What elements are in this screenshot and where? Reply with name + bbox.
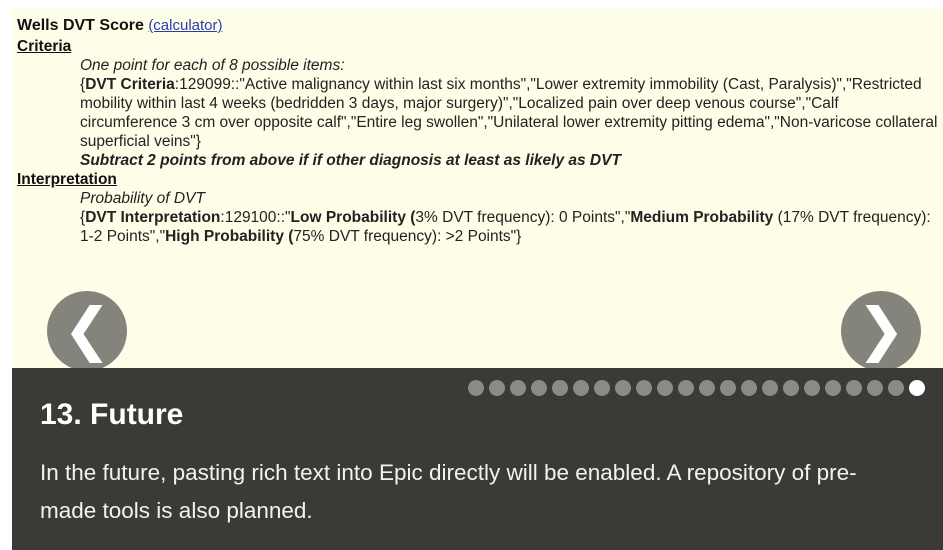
slide-dot[interactable] [636,380,652,396]
interpretation-block: Probability of DVT {DVT Interpretation:1… [17,189,940,246]
interp-code: :129100::" [220,209,291,226]
slide-dot[interactable] [888,380,904,396]
calculator-link[interactable]: (calculator) [148,17,222,34]
slide-dot[interactable] [867,380,883,396]
slide-dot[interactable] [678,380,694,396]
criteria-heading: Criteria [17,38,72,55]
caption-title: 13. Future [40,398,184,431]
interpretation-label: DVT Interpretation [85,209,221,226]
high-text: 75% DVT frequency): >2 Points"} [293,228,522,245]
slide-document: Wells DVT Score (calculator) Criteria On… [17,16,943,246]
criteria-block: One point for each of 8 possible items: … [17,56,940,170]
slide-dot[interactable] [762,380,778,396]
criteria-text: :129099::"Active malignancy within last … [80,76,938,150]
slide-dot[interactable] [699,380,715,396]
slide-dot[interactable] [804,380,820,396]
criteria-intro: One point for each of 8 possible items: [80,57,345,74]
slideshow: Wells DVT Score (calculator) Criteria On… [12,8,943,550]
caption-text: In the future, pasting rich text into Ep… [40,460,857,523]
slide-dot[interactable] [825,380,841,396]
high-label: High Probability ( [165,228,294,245]
slide-dot[interactable] [552,380,568,396]
slide-dot[interactable] [741,380,757,396]
subtract-note: Subtract 2 points from above if if other… [80,152,621,169]
slide-dot[interactable] [783,380,799,396]
low-label: Low Probability ( [290,209,416,226]
slide-dot[interactable] [510,380,526,396]
document-title: Wells DVT Score (calculator) [17,16,943,35]
chevron-right-icon: ❯ [856,295,906,363]
previous-slide-button[interactable]: ❮ [47,291,127,371]
criteria-label: DVT Criteria [85,76,175,93]
criteria-list: {DVT Criteria:129099::"Active malignancy… [80,76,938,150]
slide-dot[interactable] [846,380,862,396]
slide-dot[interactable] [468,380,484,396]
interpretation-list: {DVT Interpretation:129100::"Low Probabi… [80,209,931,245]
interpretation-heading: Interpretation [17,171,117,188]
low-text: 3% DVT frequency): 0 Points"," [415,209,631,226]
slide-indicator-dots [468,380,925,396]
interpretation-intro: Probability of DVT [80,190,205,207]
slide-dot[interactable] [594,380,610,396]
next-slide-button[interactable]: ❯ [841,291,921,371]
slide-dot[interactable] [531,380,547,396]
slide-dot-active[interactable] [909,380,925,396]
slide-dot[interactable] [720,380,736,396]
slide-dot[interactable] [615,380,631,396]
medium-label: Medium Probability [630,209,774,226]
slide-caption: 13. Future In the future, pasting rich t… [12,368,943,550]
slide-dot[interactable] [657,380,673,396]
slide-dot[interactable] [573,380,589,396]
slide-dot[interactable] [489,380,505,396]
document-title-text: Wells DVT Score [17,17,144,34]
chevron-left-icon: ❮ [62,295,112,363]
